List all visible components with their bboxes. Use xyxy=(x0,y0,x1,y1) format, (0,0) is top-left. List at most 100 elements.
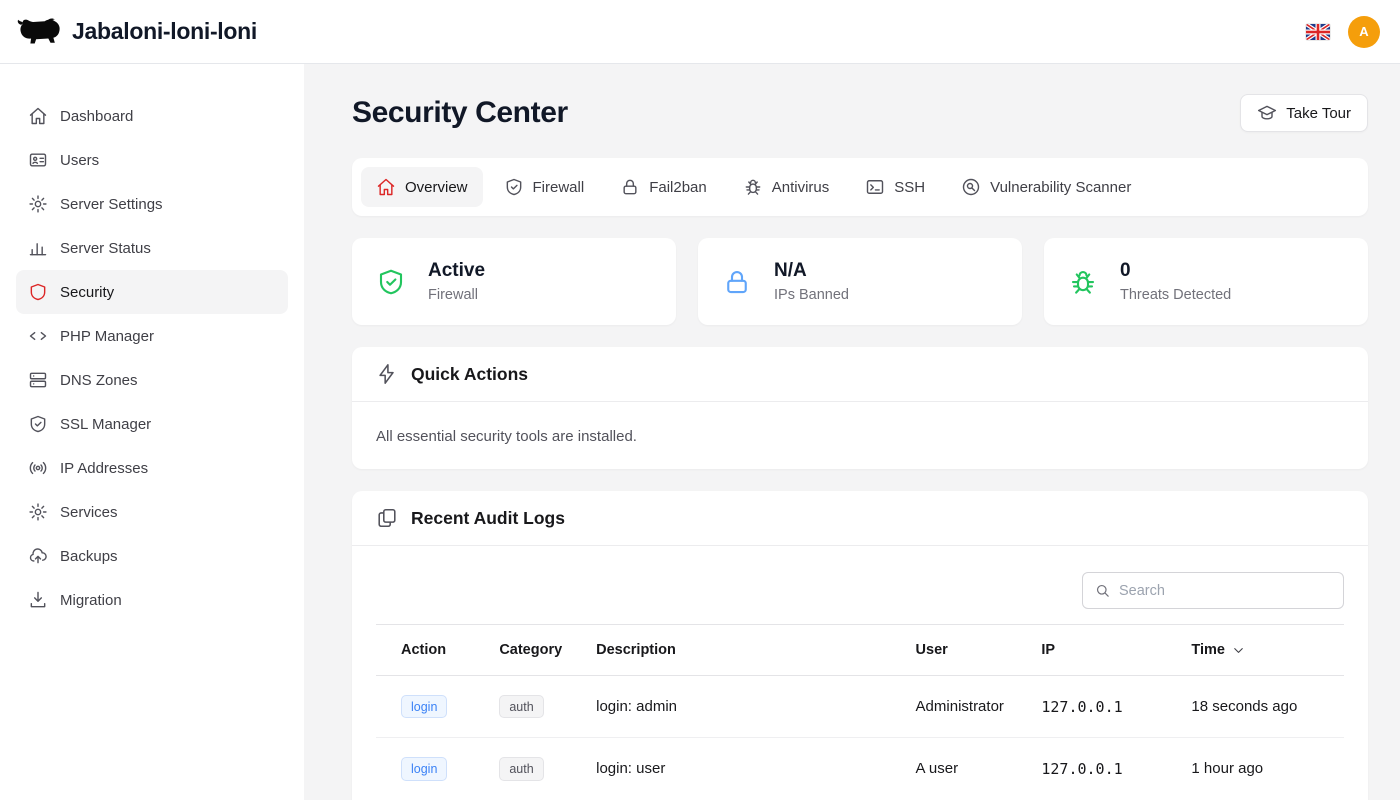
app-header: Jabaloni-loni-loni A xyxy=(0,0,1400,64)
quick-actions-body: All essential security tools are install… xyxy=(352,402,1368,469)
column-header-action: Action xyxy=(376,625,487,676)
shield-check-icon xyxy=(376,267,406,297)
sidebar-item-php-manager[interactable]: PHP Manager xyxy=(16,314,288,358)
sidebar-item-users[interactable]: Users xyxy=(16,138,288,182)
stat-cards: ActiveFirewall N/AIPs Banned 0Threats Dete… xyxy=(352,238,1368,325)
search-row xyxy=(376,572,1344,609)
sidebar-item-label: DNS Zones xyxy=(60,372,138,389)
category-badge: auth xyxy=(499,757,543,780)
uk-flag-icon[interactable] xyxy=(1306,24,1330,40)
copy-icon xyxy=(376,507,398,529)
sidebar-nav: Dashboard Users Server Settings Server Stat… xyxy=(0,64,304,800)
sidebar-item-label: Security xyxy=(60,284,114,301)
sidebar-item-ssl-manager[interactable]: SSL Manager xyxy=(16,402,288,446)
sidebar-item-dashboard[interactable]: Dashboard xyxy=(16,94,288,138)
audit-table-body: loginauthlogin: adminAdministrator127.0.… xyxy=(376,676,1344,800)
sidebar-item-label: Dashboard xyxy=(60,108,133,125)
home-icon xyxy=(28,106,48,126)
time-cell: 18 seconds ago xyxy=(1179,676,1344,738)
tab-fail2ban[interactable]: Fail2ban xyxy=(605,167,722,207)
stat-card-firewall: ActiveFirewall xyxy=(352,238,676,325)
tab-antivirus[interactable]: Antivirus xyxy=(728,167,845,207)
tab-label: Fail2ban xyxy=(649,179,707,196)
take-tour-label: Take Tour xyxy=(1286,105,1351,122)
bug-icon xyxy=(743,177,763,197)
scan-icon xyxy=(961,177,981,197)
audit-logs-title: Recent Audit Logs xyxy=(411,508,565,529)
app-title: Jabaloni-loni-loni xyxy=(72,18,257,45)
table-row: loginauthlogin: adminAdministrator127.0.… xyxy=(376,676,1344,738)
audit-logs-card: Recent Audit Logs ActionCategoryDescript xyxy=(352,491,1368,800)
column-header-category: Category xyxy=(487,625,584,676)
cloud-upload-icon xyxy=(28,546,48,566)
stat-card-ips-banned: N/AIPs Banned xyxy=(698,238,1022,325)
sidebar-item-services[interactable]: Services xyxy=(16,490,288,534)
tab-label: Antivirus xyxy=(772,179,830,196)
shield-icon xyxy=(28,282,48,302)
page-title: Security Center xyxy=(352,96,568,130)
brand[interactable]: Jabaloni-loni-loni xyxy=(16,16,257,48)
sidebar-item-dns-zones[interactable]: DNS Zones xyxy=(16,358,288,402)
sidebar-item-label: IP Addresses xyxy=(60,460,148,477)
ip-cell: 127.0.0.1 xyxy=(1029,676,1179,738)
stat-card-threats-detected: 0Threats Detected xyxy=(1044,238,1368,325)
id-card-icon xyxy=(28,150,48,170)
category-badge: auth xyxy=(499,695,543,718)
sidebar-item-label: Services xyxy=(60,504,118,521)
code-icon xyxy=(28,326,48,346)
column-header-time[interactable]: Time xyxy=(1179,625,1344,676)
main-content: Security Center Take Tour Overview Firewa… xyxy=(304,64,1400,800)
search-input[interactable] xyxy=(1119,583,1332,599)
sidebar-item-label: Server Status xyxy=(60,240,151,257)
search-box[interactable] xyxy=(1082,572,1344,609)
gear-icon xyxy=(28,502,48,522)
description-cell: login: user xyxy=(584,738,903,800)
download-icon xyxy=(28,590,48,610)
home-icon xyxy=(376,177,396,197)
stat-value: 0 xyxy=(1120,260,1231,282)
quick-actions-header: Quick Actions xyxy=(352,347,1368,402)
tab-label: SSH xyxy=(894,179,925,196)
tab-ssh[interactable]: SSH xyxy=(850,167,940,207)
column-header-description: Description xyxy=(584,625,903,676)
sidebar-item-label: SSL Manager xyxy=(60,416,151,433)
search-icon xyxy=(1094,582,1111,599)
take-tour-button[interactable]: Take Tour xyxy=(1240,94,1368,132)
lock-icon xyxy=(722,267,752,297)
shield-check-icon xyxy=(504,177,524,197)
security-tabs: Overview Firewall Fail2ban Antivirus SSH Vuln… xyxy=(352,158,1368,216)
stat-label: Firewall xyxy=(428,287,485,303)
tab-overview[interactable]: Overview xyxy=(361,167,483,207)
action-badge[interactable]: login xyxy=(401,695,447,718)
layout: Dashboard Users Server Settings Server Stat… xyxy=(0,64,1400,800)
column-header-user: User xyxy=(904,625,1030,676)
tab-vulnerability-scanner[interactable]: Vulnerability Scanner xyxy=(946,167,1146,207)
audit-table: ActionCategoryDescriptionUserIPTime logi… xyxy=(376,624,1344,800)
title-row: Security Center Take Tour xyxy=(352,94,1368,132)
bull-logo-icon xyxy=(16,16,62,48)
avatar[interactable]: A xyxy=(1348,16,1380,48)
sidebar-item-ip-addresses[interactable]: IP Addresses xyxy=(16,446,288,490)
audit-table-head-row: ActionCategoryDescriptionUserIPTime xyxy=(376,625,1344,676)
sidebar-item-security[interactable]: Security xyxy=(16,270,288,314)
bar-chart-icon xyxy=(28,238,48,258)
lock-icon xyxy=(620,177,640,197)
tab-label: Firewall xyxy=(533,179,585,196)
broadcast-icon xyxy=(28,458,48,478)
sidebar-item-server-status[interactable]: Server Status xyxy=(16,226,288,270)
sidebar-item-backups[interactable]: Backups xyxy=(16,534,288,578)
sidebar-item-label: Server Settings xyxy=(60,196,163,213)
sidebar-item-label: Users xyxy=(60,152,99,169)
action-badge[interactable]: login xyxy=(401,757,447,780)
gear-icon xyxy=(28,194,48,214)
sidebar-item-migration[interactable]: Migration xyxy=(16,578,288,622)
lightning-icon xyxy=(376,363,398,385)
tab-label: Overview xyxy=(405,179,468,196)
tab-firewall[interactable]: Firewall xyxy=(489,167,600,207)
header-actions: A xyxy=(1306,16,1380,48)
sidebar-item-server-settings[interactable]: Server Settings xyxy=(16,182,288,226)
description-cell: login: admin xyxy=(584,676,903,738)
sort-chevron-down-icon[interactable] xyxy=(1231,643,1246,658)
ip-cell: 127.0.0.1 xyxy=(1029,738,1179,800)
sidebar-item-label: Backups xyxy=(60,548,118,565)
